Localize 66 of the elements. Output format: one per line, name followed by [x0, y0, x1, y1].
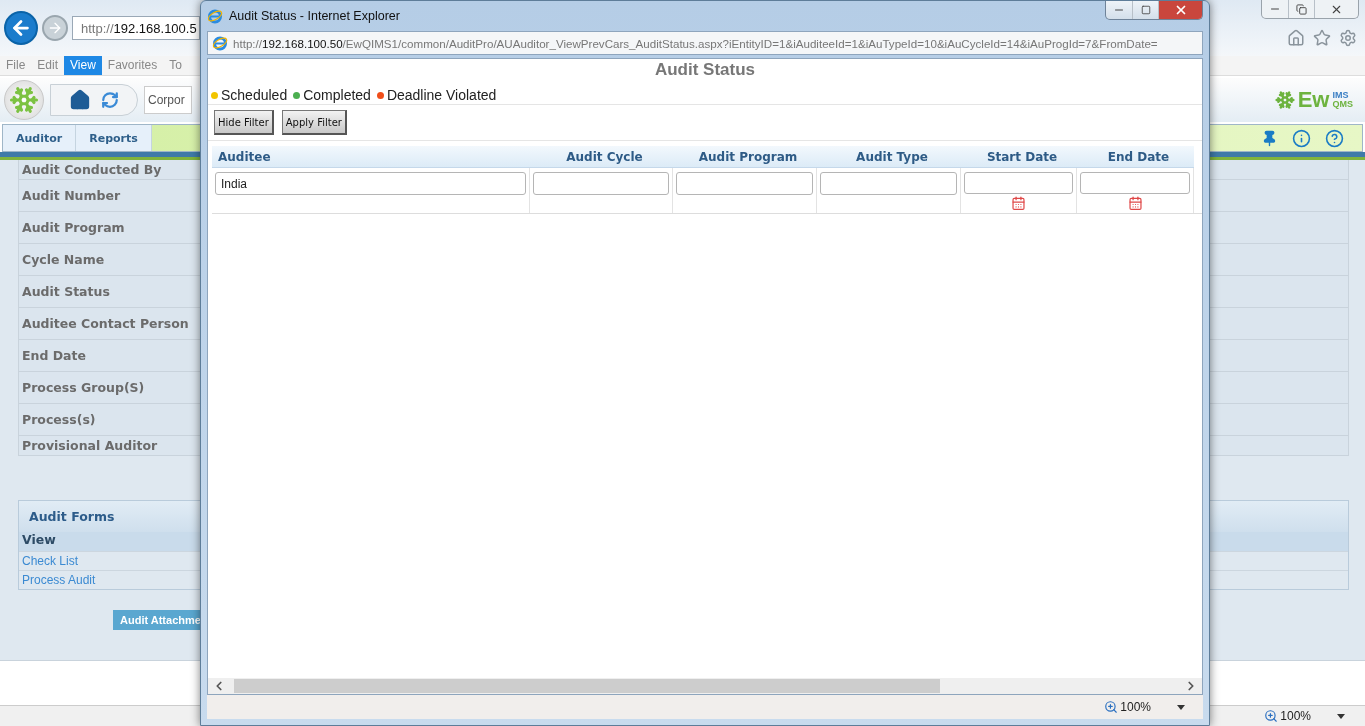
- horizontal-scrollbar[interactable]: [208, 678, 1202, 694]
- detail-label: Audit Number: [22, 188, 121, 203]
- menu-item[interactable]: File: [0, 56, 32, 75]
- back-button[interactable]: [4, 11, 38, 45]
- page-heading: Audit Status: [653, 59, 757, 80]
- brand-logo-superscript: IMS: [1332, 91, 1350, 100]
- column-header[interactable]: Auditee: [212, 146, 530, 168]
- favorites-star-icon[interactable]: [1313, 29, 1331, 47]
- detail-label: Auditee Contact Person: [22, 316, 189, 331]
- filter-field[interactable]: [1080, 172, 1190, 195]
- column-header[interactable]: End Date: [1077, 146, 1194, 168]
- filter-field[interactable]: [533, 172, 669, 195]
- address-field[interactable]: http://192.168.100.50/EwQIMS1/common/AuditPro/AUAuditor_ViewPrevCars_AuditStatus.aspx?iEntityID=1&iAuditeeId=1&iAuTypeId=10&iAuCycleId=14&iAuProgId=7&FromDate=: [207, 31, 1203, 55]
- search-field[interactable]: Corpor: [144, 86, 192, 114]
- forward-arrow-icon: [47, 20, 63, 36]
- column-header[interactable]: Audit Program: [673, 146, 817, 168]
- info-icon[interactable]: [1292, 128, 1311, 148]
- browser-icon: [212, 35, 228, 51]
- zoom-level[interactable]: 100%: [1264, 709, 1311, 723]
- detail-label: Audit Program: [22, 220, 125, 235]
- zoom-level[interactable]: 100%: [1104, 700, 1151, 714]
- dropdown-caret-icon[interactable]: [1337, 713, 1345, 719]
- filter-button[interactable]: Hide Filter: [214, 110, 274, 135]
- menu-item[interactable]: View: [64, 56, 102, 75]
- address-field[interactable]: http://192.168.100.5: [72, 16, 200, 40]
- forward-button[interactable]: [42, 15, 68, 41]
- detail-label: Audit Conducted By: [22, 162, 162, 177]
- refresh-icon[interactable]: [101, 91, 119, 109]
- legend-label: Completed: [303, 87, 371, 103]
- detail-label: Provisional Auditor: [22, 438, 158, 453]
- column-header[interactable]: Audit Type: [817, 146, 961, 168]
- close-button[interactable]: [1158, 1, 1202, 19]
- detail-label: Process Group(S): [22, 380, 145, 395]
- detail-label: End Date: [22, 348, 86, 363]
- home-icon[interactable]: [1287, 29, 1305, 47]
- column-header[interactable]: Start Date: [961, 146, 1077, 168]
- legend-label: Deadline Violated: [386, 87, 497, 103]
- column-header[interactable]: Audit Cycle: [530, 146, 673, 168]
- settings-icon[interactable]: [1339, 29, 1357, 47]
- calendar-icon[interactable]: [1127, 196, 1143, 211]
- pin-icon[interactable]: [1261, 129, 1278, 147]
- home-icon[interactable]: [69, 89, 91, 111]
- filter-field[interactable]: [676, 172, 813, 195]
- snowflake-logo-icon: [1274, 90, 1295, 110]
- restore-icon: [1296, 3, 1307, 15]
- calendar-icon[interactable]: [1011, 196, 1026, 211]
- maximize-icon: [1140, 5, 1151, 15]
- menu-item[interactable]: Edit: [31, 56, 65, 75]
- help-icon[interactable]: [1325, 128, 1344, 148]
- filter-field[interactable]: India: [215, 172, 526, 195]
- window-title: Audit Status - Internet Explorer: [229, 9, 400, 23]
- menu-item[interactable]: Favorites: [101, 56, 164, 75]
- legend-label: Scheduled: [221, 87, 288, 103]
- detail-label: Process(s): [22, 412, 96, 427]
- filter-field[interactable]: [820, 172, 957, 195]
- filter-field[interactable]: [964, 172, 1073, 195]
- snowflake-logo-icon: [4, 80, 44, 120]
- menu-item[interactable]: To: [163, 56, 188, 75]
- zoom-icon: [1264, 709, 1279, 723]
- detail-label: Cycle Name: [22, 252, 105, 267]
- brand-logo-text: Ew: [1297, 87, 1330, 113]
- brand-logo-subscript: QMS: [1332, 100, 1353, 109]
- browser-icon: [207, 8, 223, 24]
- zoom-icon: [1104, 700, 1119, 714]
- detail-label: Audit Status: [22, 284, 110, 299]
- filter-button[interactable]: Apply Filter: [281, 110, 347, 135]
